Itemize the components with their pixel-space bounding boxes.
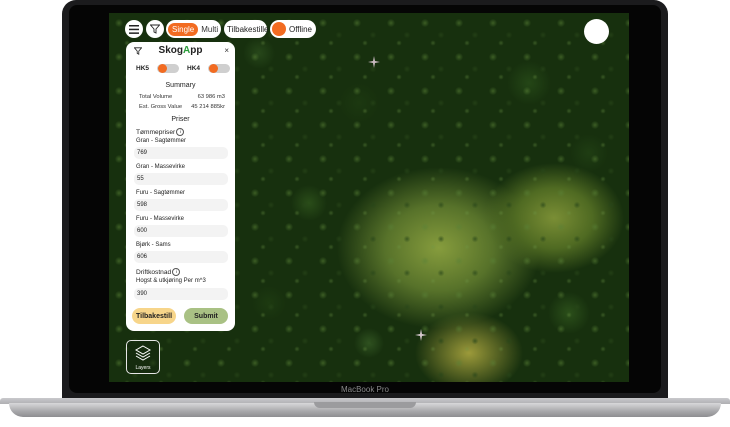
layers-icon <box>135 345 151 361</box>
skogapp-panel: SkogApp × HK5 HK4 Summary Total Volume 63… <box>126 42 235 331</box>
hk4-switch[interactable] <box>208 64 231 73</box>
filter-button[interactable] <box>146 20 164 38</box>
layers-label: Layers <box>135 365 151 371</box>
info-icon[interactable]: i <box>172 268 181 276</box>
offline-label: Offline <box>289 24 312 34</box>
hamburger-icon <box>129 24 139 34</box>
hk5-switch[interactable] <box>157 64 180 73</box>
filter-icon <box>150 24 160 34</box>
user-avatar-button[interactable] <box>584 19 609 44</box>
offline-toggle-knob <box>272 22 286 36</box>
toggle-hk4[interactable]: HK4 <box>187 64 231 73</box>
dead-tree-marker <box>368 56 380 68</box>
operating-label: Hogst & utkjøring Per m^3 <box>136 278 206 284</box>
price-label: Gran - Massevirke <box>136 164 186 170</box>
price-input-gran-masse[interactable]: 55 <box>134 173 228 185</box>
operating-cost-heading: Driftkostnad i <box>136 268 181 276</box>
summary-title: Summary <box>165 82 196 89</box>
price-label: Gran - Sagtømmer <box>136 138 187 144</box>
price-label: Furu - Sagtømmer <box>136 190 186 196</box>
price-input-bjork-sams[interactable]: 606 <box>134 251 228 263</box>
mode-multi-option[interactable]: Multi <box>198 23 221 36</box>
close-icon[interactable]: × <box>224 46 229 55</box>
summary-row-volume: Total Volume 63 986 m3 <box>139 94 225 100</box>
price-input-furu-masse[interactable]: 600 <box>134 225 228 237</box>
price-input-gran-sag[interactable]: 769 <box>134 147 228 159</box>
mode-single-option[interactable]: Single <box>168 22 199 36</box>
price-label: Furu - Massevirke <box>136 216 185 222</box>
summary-row-value: Est. Gross Value 45 214 885kr <box>139 104 225 110</box>
price-input-furu-sag[interactable]: 598 <box>134 199 228 211</box>
mode-toggle[interactable]: Single Multi <box>166 20 221 38</box>
offline-toggle[interactable]: Offline <box>270 20 316 38</box>
operating-input-hogst[interactable]: 390 <box>134 288 228 300</box>
info-icon[interactable]: i <box>176 128 185 136</box>
panel-title: SkogApp <box>158 45 203 56</box>
submit-button[interactable]: Submit <box>184 308 228 324</box>
laptop-notch <box>314 402 416 408</box>
dead-tree-marker <box>415 329 427 341</box>
toggle-hk5[interactable]: HK5 <box>136 64 180 73</box>
timber-prices-heading: Tømmepriser i <box>136 128 185 136</box>
device-brand-label: MacBook Pro <box>340 385 390 394</box>
menu-button[interactable] <box>125 20 143 38</box>
price-label: Bjørk - Sams <box>136 242 171 248</box>
reset-view-button[interactable]: Tilbakestille <box>224 20 269 38</box>
prices-title: Priser <box>171 116 190 123</box>
layers-button[interactable]: Layers <box>126 340 160 374</box>
reset-button[interactable]: Tilbakestill <box>132 308 176 324</box>
